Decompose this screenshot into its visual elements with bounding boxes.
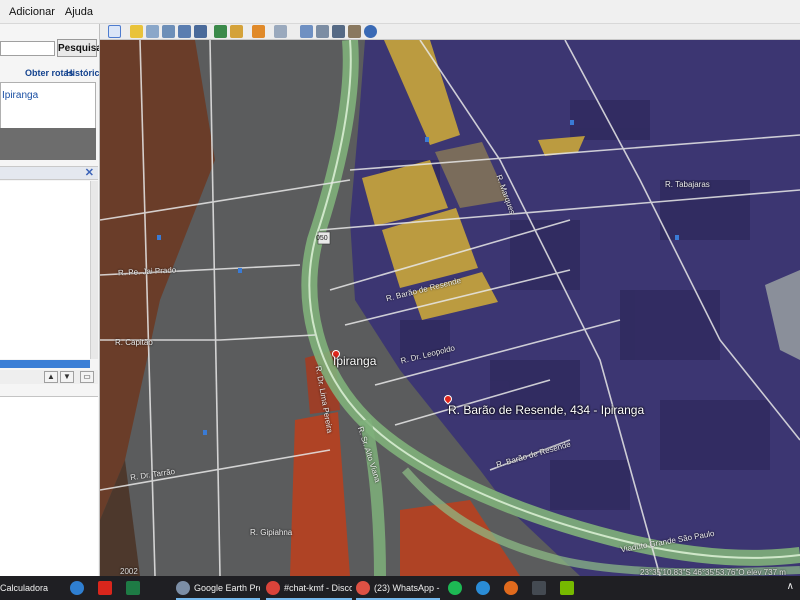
toolbar [100,24,800,40]
taskbar-item-calculator[interactable]: Calculadora [0,576,60,600]
excel-icon [126,581,140,595]
polygon-icon[interactable] [146,25,159,38]
taskbar-item-app[interactable] [476,576,496,600]
menu-item-adicionar[interactable]: Adicionar [4,6,60,18]
discord-icon [266,581,280,595]
tray-chevron-icon[interactable]: ∧ [787,581,794,592]
taskbar-item-acrobat[interactable] [98,576,118,600]
planets-icon[interactable] [252,25,265,38]
street-label: R. Tabajaras [665,180,710,189]
search-button[interactable]: Pesquisar [57,39,99,57]
location-icon [504,581,518,595]
nvidia-icon [560,581,574,595]
highway-shield-label: 050 [316,235,328,242]
acrobat-icon [98,581,112,595]
taskbar-item-location[interactable] [504,576,524,600]
move-down-icon[interactable]: ▼ [60,371,74,383]
chrome-icon [356,581,370,595]
places-scrollbar[interactable] [90,181,98,359]
search-result-item[interactable]: Ipiranga [2,90,38,101]
sidebar-toggle-icon[interactable] [108,25,121,38]
taskbar-item-nvidia[interactable] [560,576,580,600]
history-link[interactable]: Histórico [66,68,99,78]
ruler-icon[interactable] [274,25,287,38]
taskbar-item-whatsapp[interactable]: (23) WhatsApp - G... [356,576,440,600]
folder-icon[interactable]: ▭ [80,371,94,383]
street-label: R. Gipiahna [250,528,293,537]
sunlight-icon[interactable] [230,25,243,38]
move-up-icon[interactable]: ▲ [44,371,58,383]
taskbar: Calculadora Google Earth Pro #chat-kmf -… [0,576,800,600]
earth-icon[interactable] [364,25,377,38]
save-image-icon[interactable] [332,25,345,38]
taskbar-item-spotify[interactable] [448,576,468,600]
menu-item-ajuda[interactable]: Ajuda [60,6,98,18]
email-icon[interactable] [300,25,313,38]
tour-icon[interactable] [194,25,207,38]
search-input[interactable] [0,41,55,56]
google-earth-icon [176,581,190,595]
overlay-icon[interactable] [178,25,191,38]
placemark-icon[interactable] [130,25,143,38]
menu-bar: Adicionar Ajuda [0,0,800,24]
map-viewport[interactable]: 050 R. Pe. Jai Prado R. Dr. Lima Pereira… [100,40,800,576]
sidebar: Pesquisar Obter rotas Histórico Ipiranga… [0,24,100,576]
taskbar-item-app2[interactable] [532,576,552,600]
taskbar-item-zoom[interactable] [70,576,90,600]
coordinates-readout: 23°35'10.83"S 46°35'53.76"O elev 737 m [640,568,786,576]
taskbar-item-google-earth[interactable]: Google Earth Pro [176,576,260,600]
taskbar-item-label: Calculadora [0,583,49,593]
imagery-year: 2002 [120,567,138,576]
places-list [0,181,90,359]
taskbar-item-excel[interactable] [126,576,146,600]
address-label[interactable]: R. Barão de Resende, 434 - Ipiranga [448,403,644,417]
places-selected-row[interactable] [0,360,90,368]
close-icon[interactable]: ✕ [85,167,94,179]
app-icon [532,581,546,595]
layers-panel [0,396,98,576]
path-icon[interactable] [162,25,175,38]
app-icon [476,581,490,595]
taskbar-item-discord[interactable]: #chat-kmf - Discord [266,576,352,600]
zoom-icon [70,581,84,595]
spotify-icon [448,581,462,595]
street-label: R. Capitão [115,338,153,347]
map-imagery [100,40,800,576]
taskbar-item-label: Google Earth Pro [194,583,260,593]
taskbar-item-label: (23) WhatsApp - G... [374,583,440,593]
results-empty-area [0,128,96,160]
taskbar-item-label: #chat-kmf - Discord [284,583,352,593]
places-panel-header: ✕ [0,166,98,180]
historical-imagery-icon[interactable] [214,25,227,38]
maps-icon[interactable] [348,25,361,38]
print-icon[interactable] [316,25,329,38]
place-label[interactable]: Ipiranga [333,354,376,368]
search-row: Pesquisar [0,39,99,59]
